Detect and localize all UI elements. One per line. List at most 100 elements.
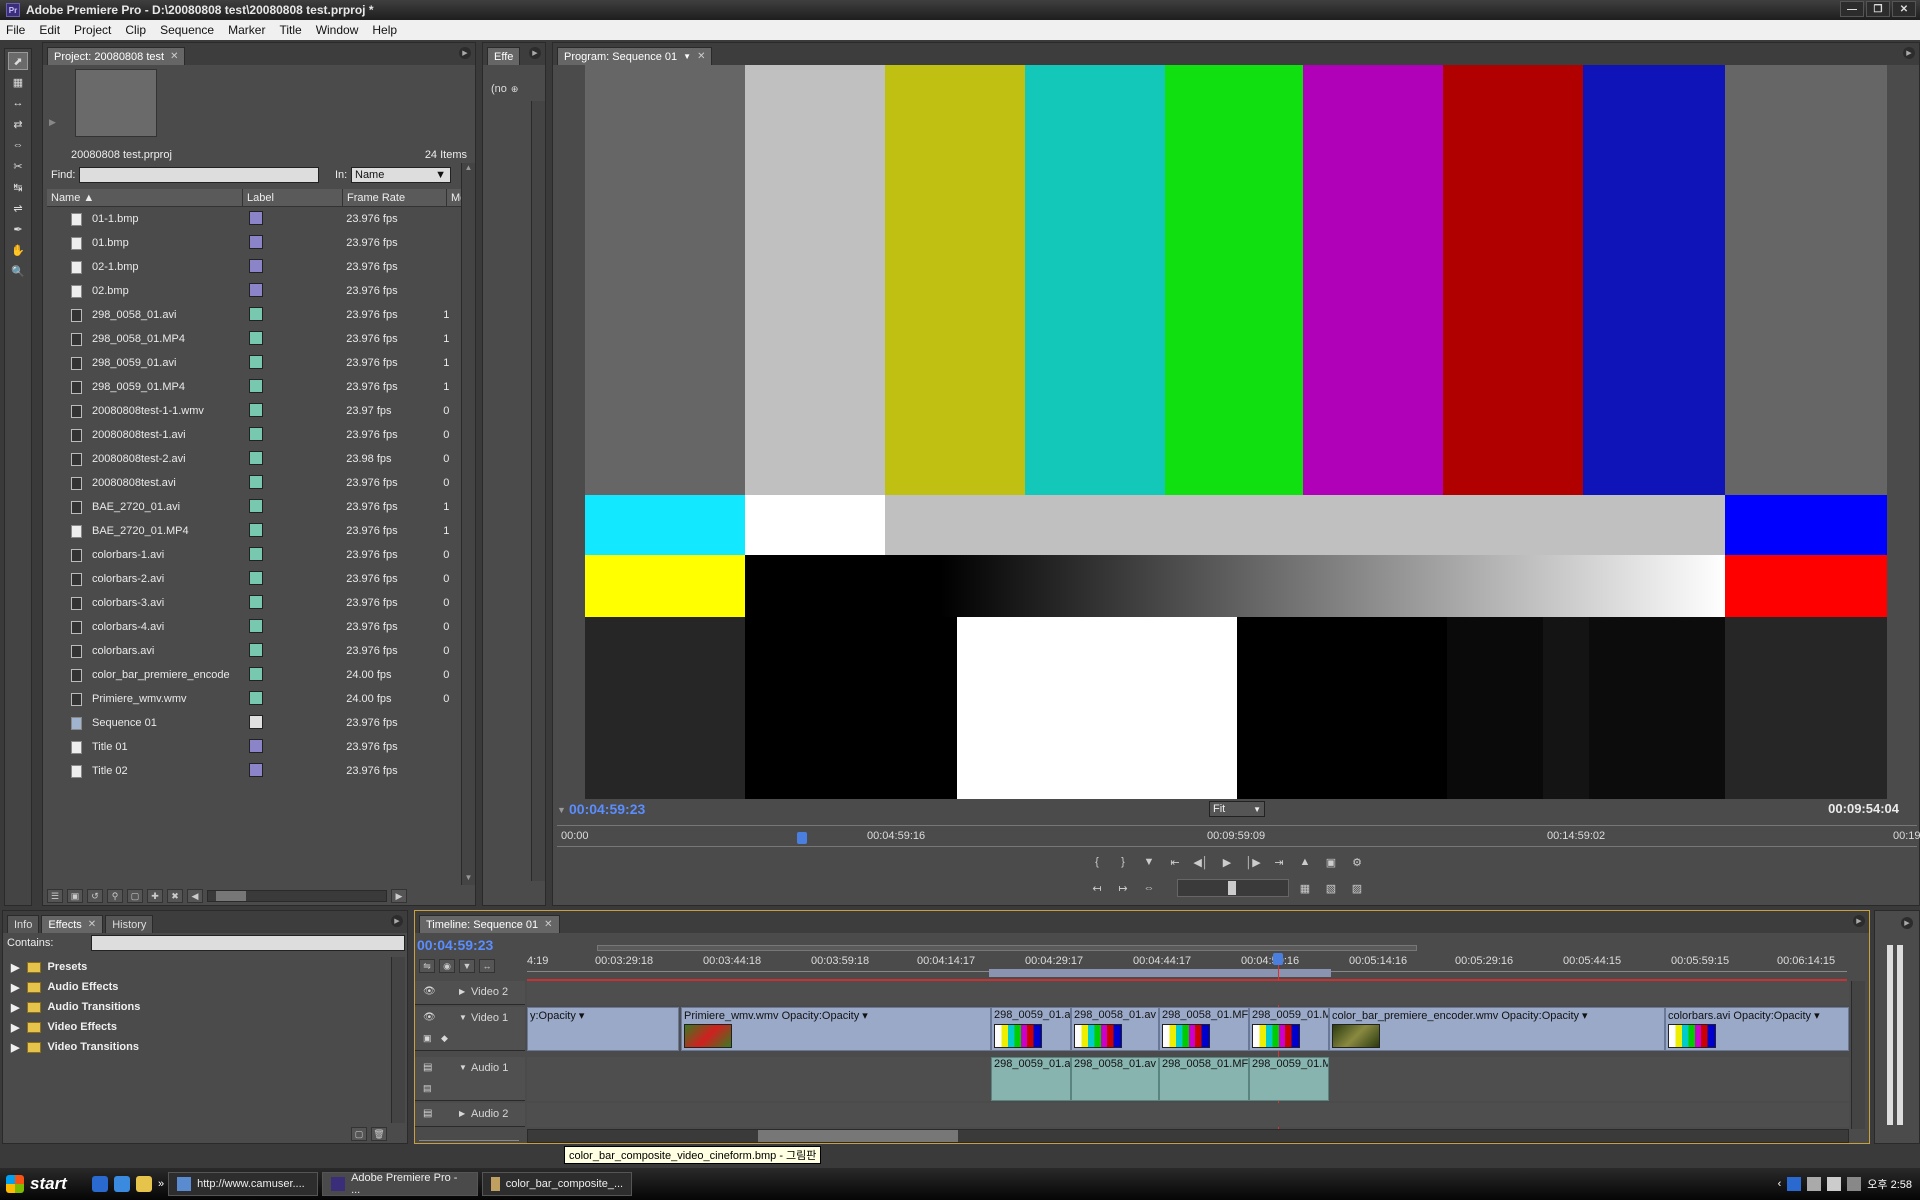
tray-expand-icon[interactable]: ‹ xyxy=(1778,1178,1782,1190)
delete-icon[interactable]: 🗑 xyxy=(371,1127,387,1141)
clear-icon[interactable]: ✖ xyxy=(167,889,183,903)
go-to-prev-edit-icon[interactable]: ↤ xyxy=(1087,879,1107,897)
label-swatch[interactable] xyxy=(249,522,264,537)
timeline-vscrollbar[interactable] xyxy=(1851,981,1865,1129)
track-header-video1[interactable]: 👁 ▼ Video 1 ▣ ◆ xyxy=(415,1007,525,1051)
track-header-audio2[interactable]: ▤ ▶ Audio 2 xyxy=(415,1103,525,1127)
razor-tool-icon[interactable]: ✂ xyxy=(8,157,28,175)
column-name[interactable]: Name ▲ xyxy=(47,189,243,206)
tab-effect-controls[interactable]: Effe xyxy=(487,47,521,65)
close-icon[interactable]: ✕ xyxy=(170,51,178,62)
mark-out-icon[interactable]: } xyxy=(1113,853,1133,871)
list-item[interactable]: 298_0059_01.avi 23.976 fps 1 xyxy=(47,351,463,375)
label-swatch[interactable] xyxy=(249,378,264,393)
sequence-dropdown[interactable]: (no ⊕ xyxy=(491,81,541,97)
menu-sequence[interactable]: Sequence xyxy=(160,23,214,37)
video-clip[interactable]: 298_0059_01.a xyxy=(991,1007,1071,1051)
label-swatch[interactable] xyxy=(249,330,264,345)
list-item[interactable]: 20080808test-1.avi 23.976 fps 0 xyxy=(47,423,463,447)
audio-clip[interactable]: 298_0059_01.a xyxy=(991,1057,1071,1101)
menu-file[interactable]: File xyxy=(6,23,25,37)
tab-history[interactable]: History xyxy=(105,915,154,933)
effects-scrollbar[interactable] xyxy=(391,957,405,1123)
program-time-ruler[interactable]: 00:00 00:04:59:16 00:09:59:09 00:14:59:0… xyxy=(557,825,1920,847)
set-marker-icon[interactable]: ▼ xyxy=(459,959,475,973)
lift-icon[interactable]: ▲ xyxy=(1295,853,1315,871)
tray-network-icon[interactable] xyxy=(1807,1177,1822,1191)
menu-edit[interactable]: Edit xyxy=(39,23,60,37)
start-button[interactable]: start xyxy=(0,1170,86,1198)
quicklaunch-more-icon[interactable]: » xyxy=(158,1178,164,1190)
list-item[interactable]: colorbars-2.avi 23.976 fps 0 xyxy=(47,567,463,591)
menu-window[interactable]: Window xyxy=(316,23,359,37)
rolling-edit-tool-icon[interactable]: ⇄ xyxy=(8,115,28,133)
list-item[interactable]: colorbars-4.avi 23.976 fps 0 xyxy=(47,615,463,639)
tab-info[interactable]: Info xyxy=(7,915,40,933)
tray-app-icon[interactable] xyxy=(1787,1177,1802,1191)
video-clip[interactable]: 298_0058_01.av xyxy=(1071,1007,1159,1051)
tray-security-icon[interactable] xyxy=(1847,1177,1862,1191)
list-item[interactable]: 01-1.bmp 23.976 fps xyxy=(47,207,463,231)
effects-folder-video-effects[interactable]: ▶ Video Effects xyxy=(3,1017,389,1037)
label-swatch[interactable] xyxy=(249,306,264,321)
waveform-icon[interactable]: ▤ xyxy=(423,1083,432,1094)
effects-folder-video-transitions[interactable]: ▶ Video Transitions xyxy=(3,1037,389,1057)
timeline-ruler[interactable]: 4:19 00:03:29:18 00:03:44:18 00:03:59:18… xyxy=(527,945,1847,981)
rate-stretch-tool-icon[interactable]: ⇔ xyxy=(8,136,28,154)
effects-folder-audio-effects[interactable]: ▶ Audio Effects xyxy=(3,977,389,997)
display-style-icon[interactable]: ▣ xyxy=(423,1033,432,1044)
trim-icon[interactable]: ▦ xyxy=(1295,879,1315,897)
new-item-icon[interactable]: ✚ xyxy=(147,889,163,903)
label-swatch[interactable] xyxy=(249,642,264,657)
menu-title[interactable]: Title xyxy=(279,23,301,37)
track-video2-area[interactable] xyxy=(527,981,1849,1005)
step-back-icon[interactable]: ◀│ xyxy=(1191,853,1211,871)
hand-tool-icon[interactable]: ✋ xyxy=(8,241,28,259)
list-item[interactable]: color_bar_premiere_encode 24.00 fps 0 xyxy=(47,663,463,687)
ripple-edit-tool-icon[interactable]: ↔ xyxy=(8,94,28,112)
chevron-down-icon[interactable]: ▼ xyxy=(683,52,691,61)
in-select[interactable]: Name ▼ xyxy=(351,167,451,183)
zoom-tool-icon[interactable]: 🔍 xyxy=(8,262,28,280)
list-view-icon[interactable]: ☰ xyxy=(47,889,63,903)
zoom-fit-select[interactable]: Fit ▼ xyxy=(1209,801,1265,817)
video-clip[interactable]: 298_0059_01.M xyxy=(1249,1007,1329,1051)
scroll-right-icon[interactable]: ▶ xyxy=(391,889,407,903)
video-clip[interactable]: y:Opacity ▾ xyxy=(527,1007,679,1051)
go-to-next-edit-icon[interactable]: ↦ xyxy=(1113,879,1133,897)
track-header-audio1[interactable]: ▤ ▼ Audio 1 ▤ xyxy=(415,1057,525,1101)
video-clip[interactable]: 298_0058_01.MF xyxy=(1159,1007,1249,1051)
program-current-timecode[interactable]: 00:04:59:23 xyxy=(569,801,645,817)
find-icon[interactable]: ⚲ xyxy=(107,889,123,903)
audio-clip[interactable]: 298_0058_01.MF xyxy=(1159,1057,1249,1101)
list-item[interactable]: colorbars-1.avi 23.976 fps 0 xyxy=(47,543,463,567)
slip-tool-icon[interactable]: ↹ xyxy=(8,178,28,196)
label-swatch[interactable] xyxy=(249,714,264,729)
audio-clip[interactable]: 298_0059_01.M xyxy=(1249,1057,1329,1101)
label-swatch[interactable] xyxy=(249,402,264,417)
collapse-arrow-icon[interactable]: ▼ xyxy=(459,1013,467,1022)
menu-help[interactable]: Help xyxy=(372,23,397,37)
new-bin-icon[interactable]: ▢ xyxy=(127,889,143,903)
label-swatch[interactable] xyxy=(249,234,264,249)
collapse-arrow-icon[interactable]: ▼ xyxy=(459,1063,467,1072)
close-button[interactable]: ✕ xyxy=(1892,1,1916,17)
panel-menu-icon[interactable]: ▶ xyxy=(391,915,403,927)
project-hscrollbar[interactable] xyxy=(207,890,387,902)
play-in-to-out-icon[interactable]: ⇔ xyxy=(1139,879,1159,897)
label-swatch[interactable] xyxy=(249,594,264,609)
label-swatch[interactable] xyxy=(249,426,264,441)
shuttle-slider[interactable] xyxy=(1177,879,1289,897)
column-frame-rate[interactable]: Frame Rate xyxy=(343,189,447,206)
work-area-icon[interactable]: ↔ xyxy=(479,959,495,973)
project-scrollbar[interactable]: ▲ ▼ xyxy=(461,163,475,885)
quicklaunch-ie-icon[interactable] xyxy=(114,1176,130,1192)
list-item[interactable]: 20080808test.avi 23.976 fps 0 xyxy=(47,471,463,495)
new-custom-bin-icon[interactable]: ▢ xyxy=(351,1127,367,1141)
play-preview-icon[interactable]: ▶ xyxy=(49,117,56,128)
quicklaunch-globe-icon[interactable] xyxy=(92,1176,108,1192)
list-item[interactable]: 298_0058_01.avi 23.976 fps 1 xyxy=(47,303,463,327)
panel-menu-icon[interactable]: ▶ xyxy=(1903,47,1915,59)
timeline-hscrollbar[interactable] xyxy=(527,1129,1849,1143)
label-swatch[interactable] xyxy=(249,618,264,633)
